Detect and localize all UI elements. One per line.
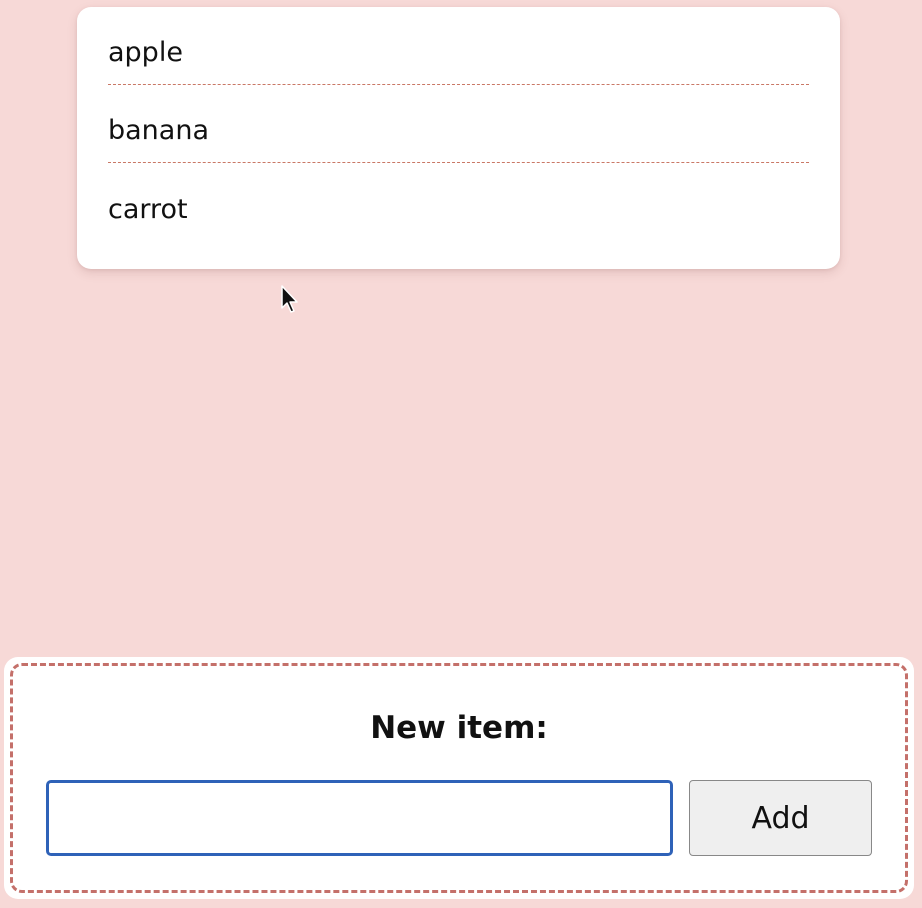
list-item: carrot [108, 163, 809, 241]
mouse-pointer-icon [281, 285, 298, 313]
new-item-input[interactable] [46, 780, 673, 856]
list-item-label: apple [108, 37, 183, 68]
new-item-form: New item: Add [4, 657, 914, 899]
item-list: apple banana carrot [77, 7, 840, 269]
form-border: New item: Add [10, 663, 908, 893]
list-item: banana [108, 85, 809, 163]
list-item-label: carrot [108, 193, 188, 225]
list-item: apple [108, 7, 809, 85]
add-button[interactable]: Add [689, 780, 872, 856]
list-item-label: banana [108, 115, 209, 146]
new-item-label: New item: [370, 710, 548, 746]
